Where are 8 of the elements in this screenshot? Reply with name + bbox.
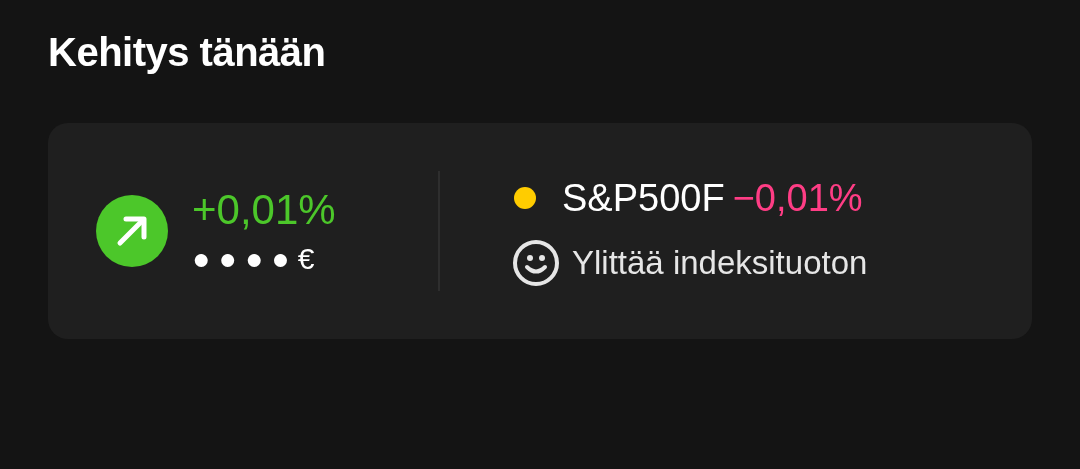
hidden-value: ● ● ● ● € [192, 242, 316, 276]
change-percent: +0,01% [192, 186, 336, 234]
index-change: −0,01% [732, 176, 863, 221]
index-note: Ylittää indeksituoton [572, 243, 868, 283]
smiley-icon [512, 239, 560, 287]
index-dot-icon [514, 187, 536, 209]
index-name: S&P500F [562, 176, 725, 221]
section-title: Kehitys tänään [48, 30, 327, 75]
